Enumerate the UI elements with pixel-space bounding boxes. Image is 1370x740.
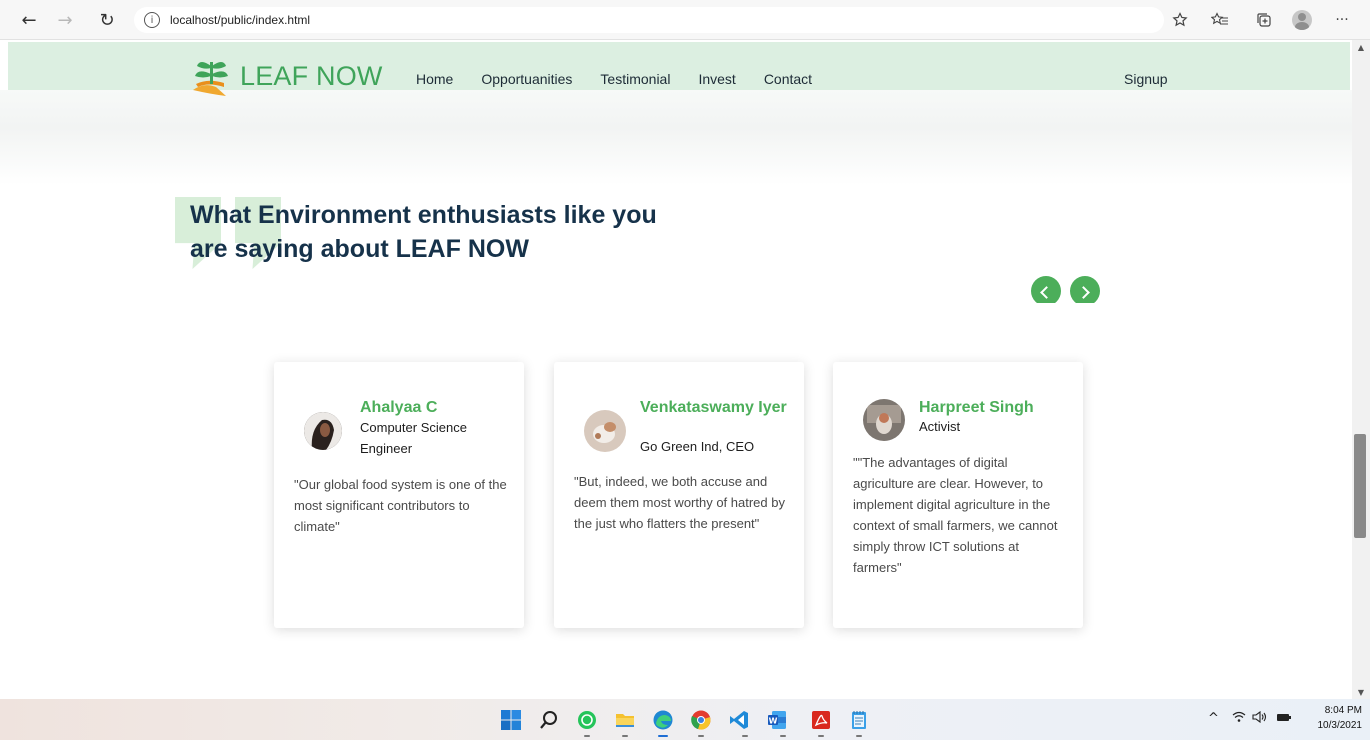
nav-invest[interactable]: Invest xyxy=(698,71,735,87)
edge-browser-icon[interactable] xyxy=(652,709,674,731)
carousel-next-button[interactable] xyxy=(1070,276,1100,303)
app-running-indicator xyxy=(856,735,862,737)
svg-text:W: W xyxy=(769,717,778,726)
main-nav: Home Opportuanities Testimonial Invest C… xyxy=(416,71,840,87)
testimonial-quote: "But, indeed, we both accuse and deem th… xyxy=(574,474,785,531)
app-active-indicator xyxy=(658,735,668,737)
word-icon[interactable]: W xyxy=(766,709,788,731)
collections-icon[interactable] xyxy=(1252,9,1276,31)
header-shadow xyxy=(0,90,1352,185)
logo-text: LEAF NOW xyxy=(240,60,383,91)
notepad-icon[interactable] xyxy=(848,709,870,731)
carousel-prev-button[interactable] xyxy=(1031,276,1061,303)
search-icon[interactable] xyxy=(538,709,560,731)
app-running-indicator xyxy=(818,735,824,737)
app-running-indicator xyxy=(698,735,704,737)
file-explorer-icon[interactable] xyxy=(614,709,636,731)
testimonial-card: Ahalyaa C Computer Science Engineer "Our… xyxy=(274,362,524,628)
testimonials-title: What Environment enthusiasts like you ar… xyxy=(190,198,810,266)
back-icon[interactable]: ← xyxy=(18,9,40,31)
app-running-indicator xyxy=(584,735,590,737)
app-running-indicator xyxy=(622,735,628,737)
windows-start-icon[interactable] xyxy=(500,709,522,731)
wifi-icon[interactable] xyxy=(1232,711,1246,727)
avatar xyxy=(304,412,342,450)
url-text: localhost/public/index.html xyxy=(170,13,311,27)
forward-icon[interactable]: → xyxy=(54,9,76,31)
testimonial-name: Harpreet Singh xyxy=(919,399,1034,416)
whatsapp-icon[interactable] xyxy=(576,709,598,731)
carousel-controls xyxy=(1000,40,1140,303)
address-bar[interactable]: i localhost/public/index.html xyxy=(134,7,1164,33)
more-menu-icon[interactable]: ··· xyxy=(1330,9,1354,31)
taskbar: W ^ 8:04 PM 10/3/2021 xyxy=(0,699,1370,740)
clock-date: 10/3/2021 xyxy=(1317,720,1363,731)
app-running-indicator xyxy=(780,735,786,737)
site-info-icon[interactable]: i xyxy=(144,12,160,28)
logo[interactable]: LEAF NOW xyxy=(190,54,383,98)
testimonial-quote: ""The advantages of digital agriculture … xyxy=(853,455,1058,575)
testimonial-name: Venkataswamy Iyer xyxy=(640,399,787,416)
nav-opportunities[interactable]: Opportuanities xyxy=(481,71,572,87)
testimonial-card: Harpreet Singh Activist ""The advantages… xyxy=(833,362,1083,628)
scroll-up-icon[interactable]: ▲ xyxy=(1356,42,1366,52)
favorites-icon[interactable] xyxy=(1208,9,1232,31)
leaf-logo-icon xyxy=(190,54,236,98)
title-line-2: are saying about LEAF NOW xyxy=(190,235,529,263)
pdf-reader-icon[interactable] xyxy=(810,709,832,731)
battery-icon[interactable] xyxy=(1276,711,1292,727)
scroll-down-icon[interactable]: ▼ xyxy=(1356,687,1366,697)
volume-icon[interactable] xyxy=(1252,710,1268,727)
testimonial-role: Go Green Ind, CEO xyxy=(640,439,755,454)
testimonial-role: Computer Science Engineer xyxy=(360,420,467,456)
system-clock[interactable]: 8:04 PM 10/3/2021 xyxy=(1302,703,1363,733)
avatar xyxy=(584,410,626,452)
nav-contact[interactable]: Contact xyxy=(764,71,812,87)
scroll-thumb[interactable] xyxy=(1354,434,1366,538)
tray-chevron-icon[interactable]: ^ xyxy=(1208,711,1219,726)
testimonial-quote: "Our global food system is one of the mo… xyxy=(294,477,507,534)
page-scrollbar[interactable]: ▲ ▼ xyxy=(1352,40,1370,699)
testimonial-role: Activist xyxy=(919,419,961,434)
clock-time: 8:04 PM xyxy=(1324,705,1362,716)
title-line-1: What Environment enthusiasts like you xyxy=(190,201,657,229)
avatar xyxy=(863,399,905,441)
nav-testimonial[interactable]: Testimonial xyxy=(600,71,670,87)
profile-icon[interactable] xyxy=(1290,9,1314,31)
chrome-icon[interactable] xyxy=(690,709,712,731)
testimonial-name: Ahalyaa C xyxy=(360,399,438,416)
testimonial-card: Venkataswamy Iyer Go Green Ind, CEO "But… xyxy=(554,362,804,628)
vscode-icon[interactable] xyxy=(728,709,750,731)
favorite-add-icon[interactable] xyxy=(1168,9,1192,31)
app-running-indicator xyxy=(742,735,748,737)
browser-toolbar: ← → ↻ i localhost/public/index.html ··· xyxy=(0,0,1370,40)
page-viewport: LEAF NOW Home Opportuanities Testimonial… xyxy=(0,40,1352,699)
refresh-icon[interactable]: ↻ xyxy=(96,9,118,31)
nav-home[interactable]: Home xyxy=(416,71,453,87)
